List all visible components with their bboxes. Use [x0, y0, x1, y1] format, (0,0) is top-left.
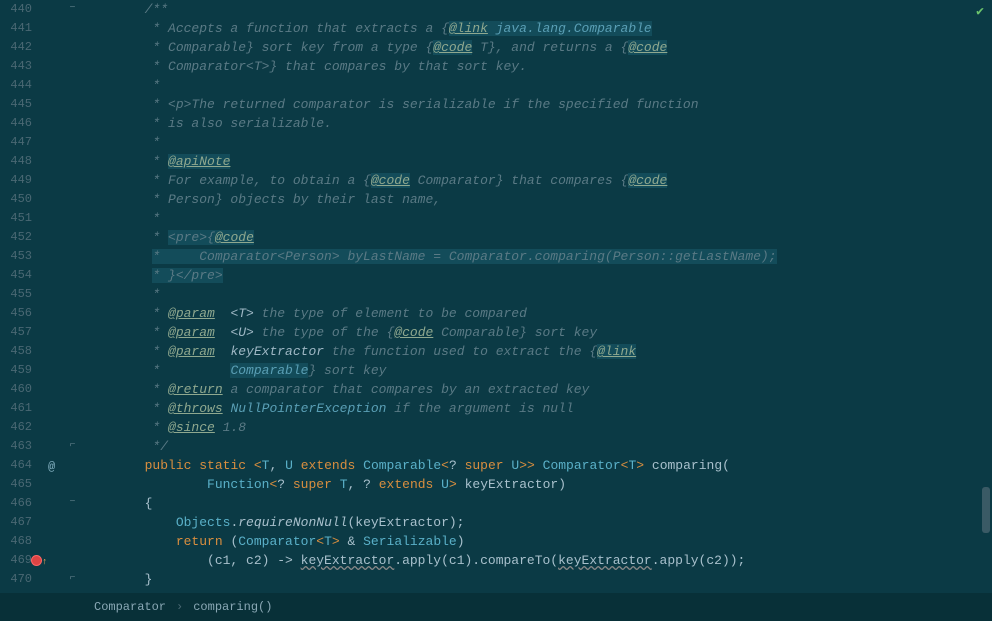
code-line: 464@ public static <T, U extends Compara… — [0, 456, 992, 475]
code-line: 442 * Comparable} sort key from a type {… — [0, 38, 992, 57]
code-line: 469↑ (c1, c2) -> keyExtractor.apply(c1).… — [0, 551, 992, 570]
code-line: 450 * Person} objects by their last name… — [0, 190, 992, 209]
code-line: 441 * Accepts a function that extracts a… — [0, 19, 992, 38]
inspection-ok-icon[interactable]: ✔ — [976, 4, 984, 19]
code-line: 446 * is also serializable. — [0, 114, 992, 133]
code-line: 461 * @throws NullPointerException if th… — [0, 399, 992, 418]
line-number: 440 — [0, 0, 40, 19]
code-line: 451 * — [0, 209, 992, 228]
code-line: 440− /** — [0, 0, 992, 19]
code-line: 468 return (Comparator<T> & Serializable… — [0, 532, 992, 551]
code-line: 453 * Comparator<Person> byLastName = Co… — [0, 247, 992, 266]
breakpoint-icon[interactable] — [31, 555, 42, 566]
code-line: 443 * Comparator<T>} that compares by th… — [0, 57, 992, 76]
code-line: 445 * <p>The returned comparator is seri… — [0, 95, 992, 114]
code-line: 447 * — [0, 133, 992, 152]
fold-collapse-icon[interactable]: − — [68, 4, 77, 13]
code-line: 444 * — [0, 76, 992, 95]
breadcrumb-class[interactable]: Comparator — [84, 600, 176, 614]
code-line: 457 * @param <U> the type of the {@code … — [0, 323, 992, 342]
code-line: 452 * <pre>{@code — [0, 228, 992, 247]
code-line: 454 * }</pre> — [0, 266, 992, 285]
code-line: 456 * @param <T> the type of element to … — [0, 304, 992, 323]
chevron-right-icon: › — [176, 600, 183, 614]
code-editor[interactable]: 440− /** 441 * Accepts a function that e… — [0, 0, 992, 593]
fold-collapse-icon[interactable]: ⌐ — [68, 441, 77, 450]
fold-collapse-icon[interactable]: − — [68, 498, 77, 507]
code-line: 459 * Comparable} sort key — [0, 361, 992, 380]
code-line: 465 Function<? super T, ? extends U> key… — [0, 475, 992, 494]
code-line: 462 * @since 1.8 — [0, 418, 992, 437]
code-line: 463⌐ */ — [0, 437, 992, 456]
code-line: 460 * @return a comparator that compares… — [0, 380, 992, 399]
vertical-scrollbar[interactable] — [982, 487, 990, 533]
breadcrumb[interactable]: Comparator › comparing() — [0, 593, 992, 621]
code-line: 466− { — [0, 494, 992, 513]
breadcrumb-method[interactable]: comparing() — [183, 600, 282, 614]
code-line: 470⌐ } — [0, 570, 992, 589]
code-line: 449 * For example, to obtain a {@code Co… — [0, 171, 992, 190]
gutter[interactable]: − — [40, 0, 88, 19]
code-line: 455 * — [0, 285, 992, 304]
code-line: 448 * @apiNote — [0, 152, 992, 171]
code-line: 467 Objects.requireNonNull(keyExtractor)… — [0, 513, 992, 532]
fold-collapse-icon[interactable]: ⌐ — [68, 574, 77, 583]
code-line: 458 * @param keyExtractor the function u… — [0, 342, 992, 361]
